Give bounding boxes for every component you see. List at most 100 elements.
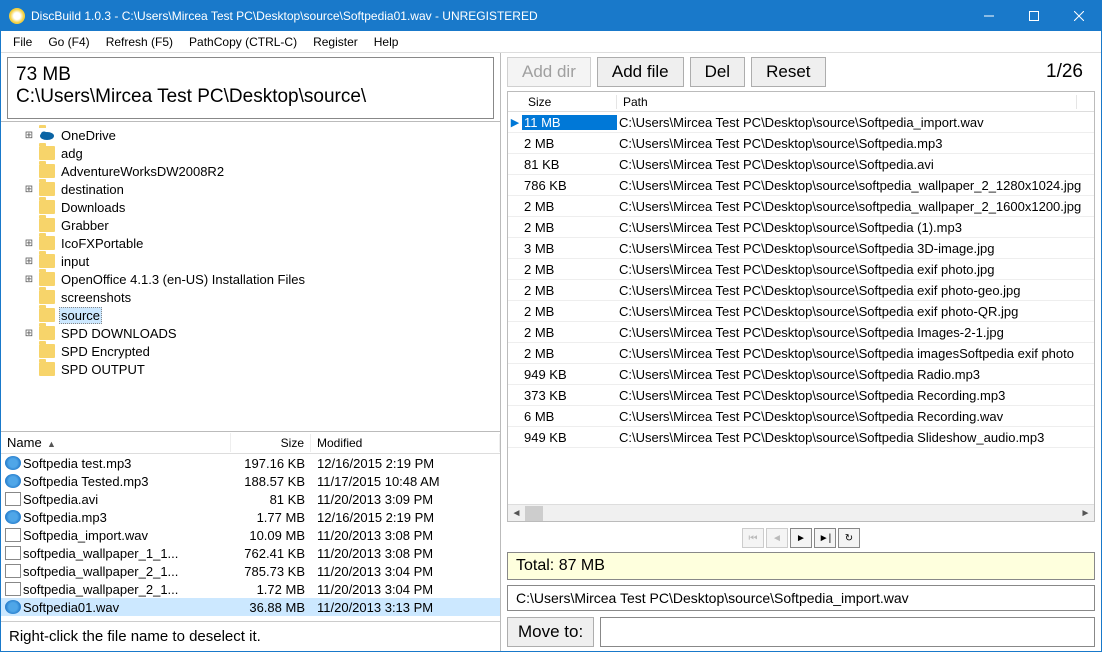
queue-row[interactable]: 949 KBC:\Users\Mircea Test PC\Desktop\so… xyxy=(508,427,1094,448)
tree-node[interactable]: ⊞destination xyxy=(3,180,498,198)
menu-register[interactable]: Register xyxy=(305,33,366,51)
queue-row[interactable]: 373 KBC:\Users\Mircea Test PC\Desktop\so… xyxy=(508,385,1094,406)
expand-icon[interactable]: ⊞ xyxy=(23,130,35,141)
move-to-input[interactable] xyxy=(600,617,1095,647)
scroll-right-icon[interactable]: ► xyxy=(1077,505,1094,522)
file-name: softpedia_wallpaper_1_1... xyxy=(23,546,231,561)
menu-pathcopy[interactable]: PathCopy (CTRL-C) xyxy=(181,33,305,51)
queue-row[interactable]: 2 MBC:\Users\Mircea Test PC\Desktop\sour… xyxy=(508,301,1094,322)
move-to-button[interactable]: Move to: xyxy=(507,617,594,647)
tree-node[interactable]: source xyxy=(3,306,498,324)
col-size[interactable]: Size xyxy=(231,434,311,452)
col-size-r[interactable]: Size xyxy=(522,95,617,109)
expand-icon[interactable]: ⊞ xyxy=(23,184,35,195)
queue-row[interactable]: 2 MBC:\Users\Mircea Test PC\Desktop\sour… xyxy=(508,343,1094,364)
queue-body[interactable]: ▶11 MBC:\Users\Mircea Test PC\Desktop\so… xyxy=(508,112,1094,504)
queue-row[interactable]: 2 MBC:\Users\Mircea Test PC\Desktop\sour… xyxy=(508,322,1094,343)
file-name: Softpedia.mp3 xyxy=(23,510,231,525)
queue-path: C:\Users\Mircea Test PC\Desktop\source\S… xyxy=(617,367,1094,382)
player-next-button[interactable]: ►| xyxy=(814,528,836,548)
menu-go[interactable]: Go (F4) xyxy=(40,33,97,51)
queue-row[interactable]: 2 MBC:\Users\Mircea Test PC\Desktop\sour… xyxy=(508,217,1094,238)
folder-icon xyxy=(39,164,55,178)
queue-row[interactable]: 2 MBC:\Users\Mircea Test PC\Desktop\sour… xyxy=(508,133,1094,154)
folder-icon xyxy=(39,236,55,250)
menu-refresh[interactable]: Refresh (F5) xyxy=(98,33,181,51)
menu-file[interactable]: File xyxy=(5,33,40,51)
del-button[interactable]: Del xyxy=(690,57,746,87)
file-row[interactable]: softpedia_wallpaper_2_1...1.72 MB11/20/2… xyxy=(1,580,500,598)
queue-row[interactable]: 2 MBC:\Users\Mircea Test PC\Desktop\sour… xyxy=(508,280,1094,301)
file-size: 81 KB xyxy=(231,492,311,507)
tree-node[interactable]: ⊞IcoFXPortable xyxy=(3,234,498,252)
queue-table: Size Path ▶11 MBC:\Users\Mircea Test PC\… xyxy=(507,91,1095,522)
file-list-body[interactable]: Softpedia test.mp3197.16 KB12/16/2015 2:… xyxy=(1,454,500,621)
tree-label: source xyxy=(59,307,102,324)
file-row[interactable]: Softpedia test.mp3197.16 KB12/16/2015 2:… xyxy=(1,454,500,472)
expand-icon[interactable]: ⊞ xyxy=(23,274,35,285)
file-row[interactable]: softpedia_wallpaper_1_1...762.41 KB11/20… xyxy=(1,544,500,562)
tree-node[interactable]: AdventureWorksDW2008R2 xyxy=(3,162,498,180)
player-controls: ⏮ ◄ ► ►| ↻ xyxy=(507,522,1095,552)
file-size: 1.77 MB xyxy=(231,510,311,525)
col-modified[interactable]: Modified xyxy=(311,434,500,452)
tree-label: SPD OUTPUT xyxy=(59,362,147,377)
queue-row[interactable]: 786 KBC:\Users\Mircea Test PC\Desktop\so… xyxy=(508,175,1094,196)
file-row[interactable]: Softpedia01.wav36.88 MB11/20/2013 3:13 P… xyxy=(1,598,500,616)
toolbar: Add dir Add file Del Reset 1/26 xyxy=(507,57,1095,87)
queue-row[interactable]: 3 MBC:\Users\Mircea Test PC\Desktop\sour… xyxy=(508,238,1094,259)
queue-size: 2 MB xyxy=(522,304,617,319)
file-row[interactable]: Softpedia_import.wav10.09 MB11/20/2013 3… xyxy=(1,526,500,544)
file-row[interactable]: Softpedia.mp31.77 MB12/16/2015 2:19 PM xyxy=(1,508,500,526)
queue-row[interactable]: 2 MBC:\Users\Mircea Test PC\Desktop\sour… xyxy=(508,196,1094,217)
scroll-left-icon[interactable]: ◄ xyxy=(508,505,525,522)
player-play-button[interactable]: ► xyxy=(790,528,812,548)
tree-node[interactable]: screenshots xyxy=(3,288,498,306)
tree-node[interactable]: ⊞OneDrive xyxy=(3,126,498,144)
row-marker-icon: ▶ xyxy=(508,116,522,129)
tree-node[interactable]: SPD OUTPUT xyxy=(3,360,498,378)
file-row[interactable]: Softpedia Tested.mp3188.57 KB11/17/2015 … xyxy=(1,472,500,490)
menu-help[interactable]: Help xyxy=(366,33,407,51)
tree-node[interactable]: Grabber xyxy=(3,216,498,234)
file-row[interactable]: softpedia_wallpaper_2_1...785.73 KB11/20… xyxy=(1,562,500,580)
tree-node[interactable]: ⊞SPD DOWNLOADS xyxy=(3,324,498,342)
file-name: Softpedia.avi xyxy=(23,492,231,507)
tree-node[interactable]: adg xyxy=(3,144,498,162)
queue-row[interactable]: 2 MBC:\Users\Mircea Test PC\Desktop\sour… xyxy=(508,259,1094,280)
close-button[interactable] xyxy=(1056,1,1101,31)
expand-icon[interactable]: ⊞ xyxy=(23,328,35,339)
queue-row[interactable]: 6 MBC:\Users\Mircea Test PC\Desktop\sour… xyxy=(508,406,1094,427)
add-file-button[interactable]: Add file xyxy=(597,57,684,87)
tree-node[interactable]: ⊞ input xyxy=(3,252,498,270)
queue-size: 2 MB xyxy=(522,262,617,277)
tree-label: input xyxy=(59,254,91,269)
audio-file-icon xyxy=(5,510,21,524)
queue-path: C:\Users\Mircea Test PC\Desktop\source\S… xyxy=(617,262,1094,277)
scroll-thumb[interactable] xyxy=(525,506,543,521)
player-repeat-button[interactable]: ↻ xyxy=(838,528,860,548)
tree-node[interactable]: ⊞OpenOffice 4.1.3 (en-US) Installation F… xyxy=(3,270,498,288)
col-path-r[interactable]: Path xyxy=(617,95,1077,109)
doc-file-icon xyxy=(5,492,21,506)
queue-row[interactable]: 81 KBC:\Users\Mircea Test PC\Desktop\sou… xyxy=(508,154,1094,175)
reset-button[interactable]: Reset xyxy=(751,57,825,87)
queue-row[interactable]: ▶11 MBC:\Users\Mircea Test PC\Desktop\so… xyxy=(508,112,1094,133)
folder-tree[interactable]: ⊞OneDriveadgAdventureWorksDW2008R2⊞desti… xyxy=(1,121,500,431)
queue-size: 2 MB xyxy=(522,346,617,361)
expand-icon[interactable]: ⊞ xyxy=(23,238,35,249)
tree-node[interactable]: Downloads xyxy=(3,198,498,216)
queue-row[interactable]: 949 KBC:\Users\Mircea Test PC\Desktop\so… xyxy=(508,364,1094,385)
col-name[interactable]: Name ▲ xyxy=(1,433,231,452)
tree-node[interactable]: SPD Encrypted xyxy=(3,342,498,360)
file-list-header: Name ▲ Size Modified xyxy=(1,432,500,454)
queue-size: 2 MB xyxy=(522,325,617,340)
file-row[interactable]: Softpedia.avi81 KB11/20/2013 3:09 PM xyxy=(1,490,500,508)
window-title: DiscBuild 1.0.3 - C:\Users\Mircea Test P… xyxy=(31,9,966,23)
file-size: 762.41 KB xyxy=(231,546,311,561)
file-name: Softpedia01.wav xyxy=(23,600,231,615)
horizontal-scrollbar[interactable]: ◄ ► xyxy=(508,504,1094,521)
minimize-button[interactable] xyxy=(966,1,1011,31)
maximize-button[interactable] xyxy=(1011,1,1056,31)
expand-icon[interactable]: ⊞ xyxy=(23,256,35,267)
